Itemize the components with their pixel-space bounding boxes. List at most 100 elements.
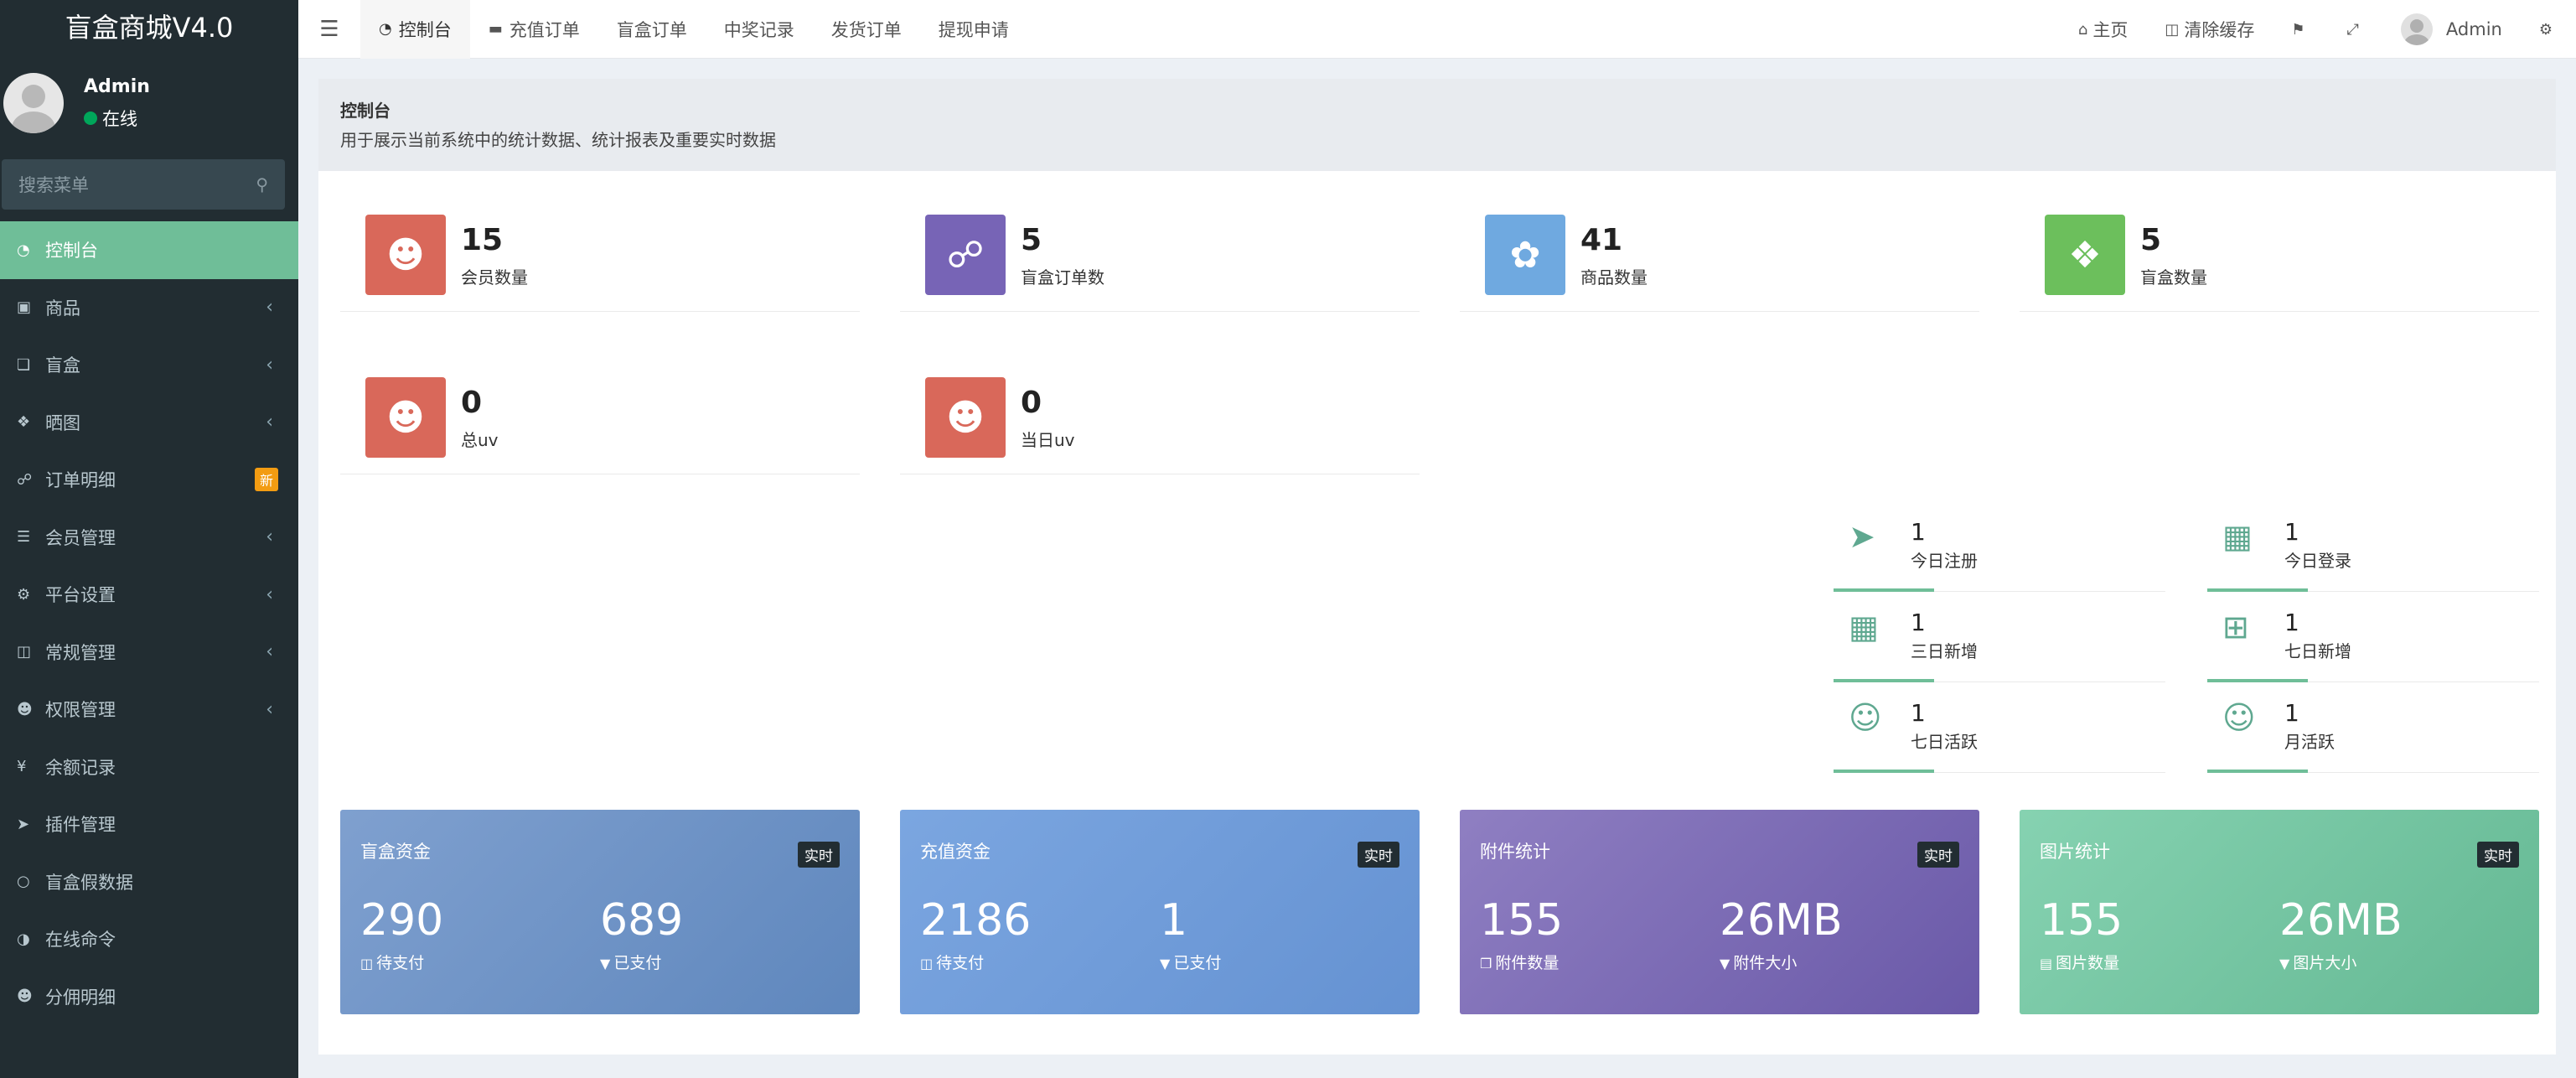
dropbox-icon: ❖ [17,413,31,432]
card-label-text: 待支付 [936,954,985,972]
sidebar-item-label: 控制台 [45,241,98,262]
user-menu[interactable]: Admin [2382,0,2521,59]
sidebar-item-orders[interactable]: ☍ 订单明细 新 [0,451,298,509]
tab-shipping-orders[interactable]: 发货订单 [813,0,920,59]
tab-blindbox-orders[interactable]: 盲盒订单 [598,0,706,59]
online-dot-icon [84,111,97,125]
sidebar-item-label: 商品 [45,298,80,319]
clear-cache-button[interactable]: ◫ 清除缓存 [2146,0,2273,59]
sidebar-item-blindbox[interactable]: ❏ 盲盒 ‹ [0,336,298,394]
card-label: ▼ 已支付 [1160,951,1399,973]
calendar-icon: ▦ [1849,609,1879,645]
fullscreen-button[interactable]: ⤢ [2329,0,2382,59]
leaf-icon: ✿ [1485,215,1565,295]
language-button[interactable]: ⚑ [2273,0,2328,59]
dashboard-panel: ☻ 15 会员数量 ☍ 5 盲盒订单数 ✿ 41 商品数量 ❖ 5 盲盒数量 ☻ 0 总u… [318,171,2556,1055]
mini-stat-label: 今日注册 [1911,551,1978,571]
image-icon: ▤ [2040,956,2053,972]
mini-stat-value: 1 [2284,518,2299,546]
card-label: ▼ 附件大小 [1720,951,1959,973]
user-panel: Admin 在线 [0,52,298,154]
sidebar-item-command[interactable]: ◑ 在线命令 [0,910,298,968]
stat-label: 盲盒订单数 [1021,267,1104,288]
tab-withdrawals[interactable]: 提现申请 [920,0,1027,59]
sidebar-item-label: 盲盒假数据 [45,872,133,893]
rocket-icon: ➤ [17,815,30,833]
mini-stat-today-register: ➤ 1 今日注册 [1834,508,2165,592]
mini-stat-3day-new: ▦ 1 三日新增 [1834,599,2165,682]
search-input[interactable]: 搜索菜单 ⚲ [2,159,285,210]
realtime-badge: 实时 [1358,842,1399,868]
stat-label: 当日uv [1021,430,1075,450]
shopping-bag-icon: ▣ [17,298,32,317]
card-value: 290 [360,895,444,946]
users-icon: ☻ [365,377,446,458]
stat-value: 5 [1021,223,1042,257]
mini-stat-7day-new: ⊞ 1 七日新增 [2207,599,2539,682]
tab-label: 充值订单 [509,19,580,40]
mini-stat-value: 1 [1911,699,1926,727]
settings-button[interactable]: ⚙ [2521,0,2576,59]
card-title: 图片统计 [2040,842,2110,862]
database-icon: ◫ [17,643,32,661]
users-icon: ☻ [365,215,446,295]
card-label: ◫ 待支付 [360,951,600,973]
card-label-text: 待支付 [376,954,425,972]
user-menu-label: Admin [2445,19,2502,39]
sidebar-item-dashboard[interactable]: ◔ 控制台 [0,221,298,279]
mini-stat-monthly-active: ☺ 1 月活跃 [2207,689,2539,773]
circle-icon: ○ [17,873,30,891]
dashboard-icon: ◔ [17,241,30,259]
card-label: ◫ 待支付 [920,951,1160,973]
sidebar-item-showcase[interactable]: ❖ 晒图 ‹ [0,394,298,452]
app-logo[interactable]: 盲盒商城V4.0 [0,0,298,52]
sidebar-item-goods[interactable]: ▣ 商品 ‹ [0,279,298,337]
card-value: 26MB [2279,895,2403,946]
contrast-icon: ◑ [17,930,30,948]
trash-icon: ◫ [2165,20,2180,39]
users-icon: ☻ [17,700,33,718]
tab-dashboard[interactable]: ◔ 控制台 [360,0,470,59]
users-icon: ☻ [925,377,1006,458]
mini-stat-label: 七日新增 [2284,641,2351,661]
sidebar-item-permissions[interactable]: ☻ 权限管理 ‹ [0,681,298,739]
user-circle-icon: ☺ [2222,699,2256,736]
menu-toggle-icon[interactable]: ☰ [298,17,360,42]
language-icon: ⚑ [2291,20,2305,39]
user-status-text: 在线 [102,108,137,129]
card-attachment-stats: 附件统计 实时 155 ❐ 附件数量 26MB ▼ 附件大小 [1460,810,1979,1014]
stat-label: 会员数量 [461,267,528,288]
mini-stat-value: 1 [2284,699,2299,727]
sidebar-item-commission[interactable]: ☻ 分佣明细 [0,968,298,1026]
sidebar-item-plugins[interactable]: ➤ 插件管理 [0,796,298,853]
stat-blindbox-count: ❖ 5 盲盒数量 [2020,201,2539,312]
page-title: 控制台 [340,101,391,121]
sidebar-item-general[interactable]: ◫ 常规管理 ‹ [0,624,298,682]
sidebar-item-platform[interactable]: ⚙ 平台设置 ‹ [0,566,298,624]
sidebar-item-label: 常规管理 [45,642,116,663]
tab-recharge-orders[interactable]: ▬ 充值订单 [470,0,598,59]
stat-label: 商品数量 [1580,267,1648,288]
tab-label: 提现申请 [938,19,1009,40]
search-icon[interactable]: ⚲ [256,174,268,194]
sidebar-item-balance[interactable]: ¥ 余额记录 [0,739,298,796]
card-blindbox-funds: 盲盒资金 实时 290 ◫ 待支付 689 ▼ 已支付 [340,810,860,1014]
tab-prize-records[interactable]: 中奖记录 [706,0,813,59]
home-link[interactable]: ⌂ 主页 [2060,0,2146,59]
realtime-badge: 实时 [2477,842,2519,868]
realtime-badge: 实时 [1917,842,1959,868]
sidebar-item-fake-data[interactable]: ○ 盲盒假数据 [0,853,298,911]
card-title: 盲盒资金 [360,842,431,862]
calendar-plus-icon: ⊞ [2222,609,2249,645]
stat-blindbox-orders: ☍ 5 盲盒订单数 [900,201,1420,312]
mini-stat-label: 月活跃 [2284,732,2335,752]
user-circle-icon: ☺ [1849,699,1882,736]
sidebar-item-label: 晒图 [45,412,80,433]
sidebar-item-members[interactable]: ☰ 会员管理 ‹ [0,509,298,567]
card-value: 26MB [1720,895,1843,946]
new-badge: 新 [254,468,278,492]
fullscreen-icon: ⤢ [2346,20,2359,39]
mini-stat-value: 1 [2284,609,2299,636]
chevron-left-icon: ‹ [266,412,273,433]
card-value: 1 [1160,895,1188,946]
